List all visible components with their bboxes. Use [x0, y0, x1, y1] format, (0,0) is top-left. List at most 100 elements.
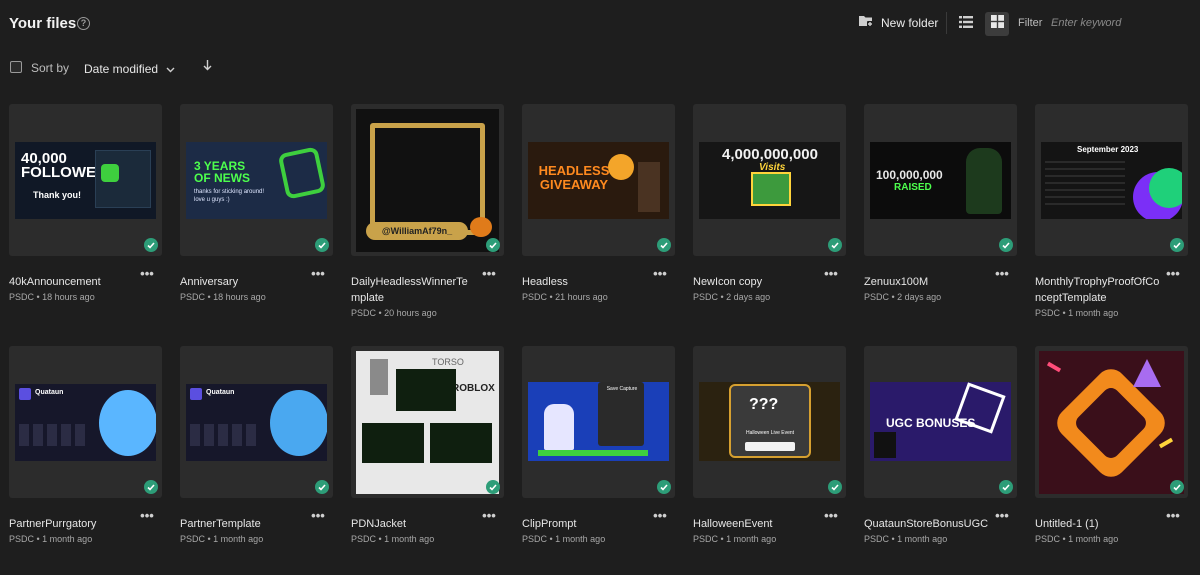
file-name[interactable]: ClipPrompt	[522, 516, 647, 532]
file-card[interactable]: @WilliamAf79n_ DailyHeadlessWinnerTempla…	[351, 104, 504, 318]
grid-view-button[interactable]	[985, 12, 1009, 36]
file-name[interactable]: NewIcon copy	[693, 274, 818, 290]
file-thumbnail-frame[interactable]: 40,000 FOLLOWERS Thank you!	[9, 104, 162, 256]
file-card[interactable]: ??? Halloween Live Event HalloweenEvent …	[693, 346, 846, 544]
more-options-button[interactable]: •••	[821, 509, 841, 524]
more-options-button[interactable]: •••	[992, 509, 1012, 524]
file-card[interactable]: September 2023 MonthlyTrophyProofOfConce…	[1035, 104, 1188, 318]
more-options-button[interactable]: •••	[650, 509, 670, 524]
new-folder-button[interactable]: New folder	[858, 13, 938, 33]
synced-check-icon	[828, 480, 842, 494]
file-card[interactable]: Save Capture ClipPrompt ••• PSDC • 1 mon…	[522, 346, 675, 544]
file-card[interactable]: TORSO ROBLOX PDNJacket ••• PSDC • 1 mont…	[351, 346, 504, 544]
file-name[interactable]: Anniversary	[180, 274, 305, 290]
thumbnail-headline: 100,000,000	[876, 168, 943, 182]
thumbnail-banner	[538, 450, 648, 456]
more-options-button[interactable]: •••	[308, 267, 328, 282]
new-folder-label: New folder	[881, 16, 939, 30]
help-icon[interactable]: ?	[77, 17, 90, 30]
file-thumbnail-frame[interactable]: TORSO ROBLOX	[351, 346, 504, 498]
filter-input[interactable]	[1048, 12, 1188, 34]
file-card[interactable]: 100,000,000 RAISED Zenuux100M ••• PSDC •…	[864, 104, 1017, 302]
file-thumbnail-frame[interactable]: September 2023	[1035, 104, 1188, 256]
file-thumbnail-frame[interactable]: @WilliamAf79n_	[351, 104, 504, 256]
synced-check-icon	[1170, 480, 1184, 494]
thumbnail-headline: HEADLESS GIVEAWAY	[538, 163, 610, 192]
file-name[interactable]: HalloweenEvent	[693, 516, 818, 532]
file-name[interactable]: PartnerPurrgatory	[9, 516, 134, 532]
party-hat-icon	[1133, 359, 1161, 387]
file-card[interactable]: Untitled-1 (1) ••• PSDC • 1 month ago	[1035, 346, 1188, 544]
file-thumbnail-frame[interactable]: Quataun	[180, 346, 333, 498]
more-options-button[interactable]: •••	[992, 267, 1012, 282]
thumbnail-headline: TORSO	[432, 357, 464, 367]
more-options-button[interactable]: •••	[308, 509, 328, 524]
file-card[interactable]: 3 YEARS OF NEWS thanks for sticking arou…	[180, 104, 333, 302]
file-thumbnail-frame[interactable]	[1035, 346, 1188, 498]
file-card[interactable]: 4,000,000,000 Visits NewIcon copy ••• PS…	[693, 104, 846, 302]
thumbnail-friends-row	[19, 424, 85, 446]
thumbnail-blob	[1149, 168, 1182, 208]
file-thumbnail-frame[interactable]: Quataun	[9, 346, 162, 498]
thumbnail-headline: Save Capture	[606, 386, 638, 392]
profile-avatar-icon	[19, 388, 31, 400]
synced-check-icon	[486, 480, 500, 494]
chevron-down-icon	[166, 60, 175, 78]
thumbnail-subtext: RAISED	[894, 182, 932, 193]
pd-logo-icon	[277, 146, 327, 200]
sort-direction-button[interactable]	[200, 59, 214, 75]
file-name[interactable]: PartnerTemplate	[180, 516, 305, 532]
file-name[interactable]: QuataunStoreBonusUGC	[864, 516, 989, 532]
file-name[interactable]: DailyHeadlessWinnerTemplate	[351, 274, 476, 306]
file-name[interactable]: PDNJacket	[351, 516, 476, 532]
file-card[interactable]: Quataun PartnerPurrgatory ••• PSDC • 1 m…	[9, 346, 162, 544]
list-view-button[interactable]	[954, 12, 978, 36]
more-options-button[interactable]: •••	[137, 509, 157, 524]
thumbnail-avatar	[544, 404, 574, 450]
synced-check-icon	[828, 238, 842, 252]
file-card[interactable]: Quataun PartnerTemplate ••• PSDC • 1 mon…	[180, 346, 333, 544]
more-options-button[interactable]: •••	[1163, 509, 1183, 524]
sort-by-dropdown[interactable]: Date modified	[84, 60, 175, 78]
file-thumbnail-frame[interactable]: 100,000,000 RAISED	[864, 104, 1017, 256]
pumpkin-icon	[470, 217, 492, 237]
file-name[interactable]: Untitled-1 (1)	[1035, 516, 1160, 532]
file-thumbnail-frame[interactable]: 3 YEARS OF NEWS thanks for sticking arou…	[180, 104, 333, 256]
file-thumbnail-frame[interactable]: Save Capture	[522, 346, 675, 498]
file-meta: PSDC • 1 month ago	[693, 534, 777, 544]
synced-check-icon	[144, 238, 158, 252]
file-meta: PSDC • 2 days ago	[693, 292, 771, 302]
file-card[interactable]: HEADLESS GIVEAWAY Headless ••• PSDC • 21…	[522, 104, 675, 302]
file-thumbnail: HEADLESS GIVEAWAY	[528, 142, 669, 219]
file-meta: PSDC • 20 hours ago	[351, 308, 437, 318]
thumbnail-avatar	[270, 390, 327, 456]
file-meta: PSDC • 21 hours ago	[522, 292, 608, 302]
more-options-button[interactable]: •••	[1163, 267, 1183, 282]
more-options-button[interactable]: •••	[650, 267, 670, 282]
file-thumbnail-frame[interactable]: ??? Halloween Live Event	[693, 346, 846, 498]
file-name[interactable]: Headless	[522, 274, 647, 290]
file-thumbnail: @WilliamAf79n_	[356, 109, 499, 252]
more-options-button[interactable]: •••	[479, 509, 499, 524]
file-card[interactable]: 40,000 FOLLOWERS Thank you! 40kAnnouncem…	[9, 104, 162, 302]
file-thumbnail-frame[interactable]: 4,000,000,000 Visits	[693, 104, 846, 256]
more-options-button[interactable]: •••	[137, 267, 157, 282]
confetti-icon	[1158, 437, 1174, 449]
file-name[interactable]: Zenuux100M	[864, 274, 989, 290]
sort-bar: Sort by Date modified	[0, 54, 1200, 80]
file-name[interactable]: MonthlyTrophyProofOfConceptTemplate	[1035, 274, 1160, 306]
sort-by-value: Date modified	[84, 62, 159, 76]
synced-check-icon	[315, 238, 329, 252]
thumbnail-headline: Quataun	[35, 389, 64, 396]
thumbnail-leaderboard	[1045, 156, 1125, 206]
file-thumbnail-frame[interactable]: UGC BONUSES	[864, 346, 1017, 498]
file-thumbnail: 100,000,000 RAISED	[870, 142, 1011, 219]
more-options-button[interactable]: •••	[479, 267, 499, 282]
file-name[interactable]: 40kAnnouncement	[9, 274, 134, 290]
file-card[interactable]: UGC BONUSES QuataunStoreBonusUGC ••• PSD…	[864, 346, 1017, 544]
more-options-button[interactable]: •••	[821, 267, 841, 282]
file-thumbnail-frame[interactable]: HEADLESS GIVEAWAY	[522, 104, 675, 256]
synced-check-icon	[657, 238, 671, 252]
select-all-checkbox[interactable]	[10, 61, 22, 73]
confetti-icon	[1046, 361, 1062, 373]
